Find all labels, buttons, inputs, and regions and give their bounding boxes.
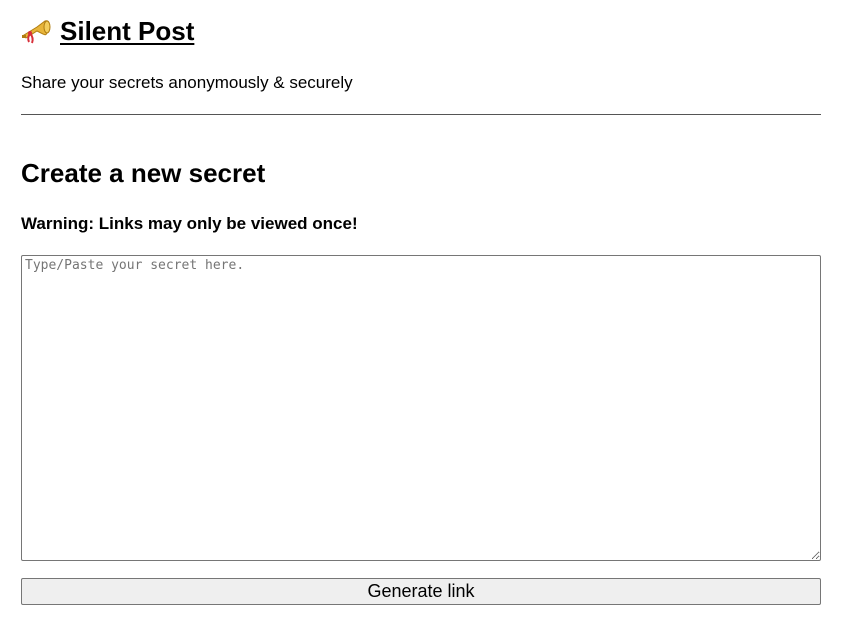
secret-input[interactable] — [21, 255, 821, 561]
site-title: Silent Post — [21, 15, 194, 51]
site-title-text: Silent Post — [60, 16, 195, 46]
generate-link-button[interactable]: Generate link — [21, 578, 821, 605]
postal-horn-icon — [21, 18, 51, 44]
tagline: Share your secrets anonymously & securel… — [21, 73, 353, 92]
site-title-link[interactable]: Silent Post — [21, 15, 194, 47]
header-divider — [21, 114, 821, 115]
page-title: Create a new secret — [21, 158, 266, 188]
warning-message: Warning: Links may only be viewed once! — [21, 214, 358, 233]
